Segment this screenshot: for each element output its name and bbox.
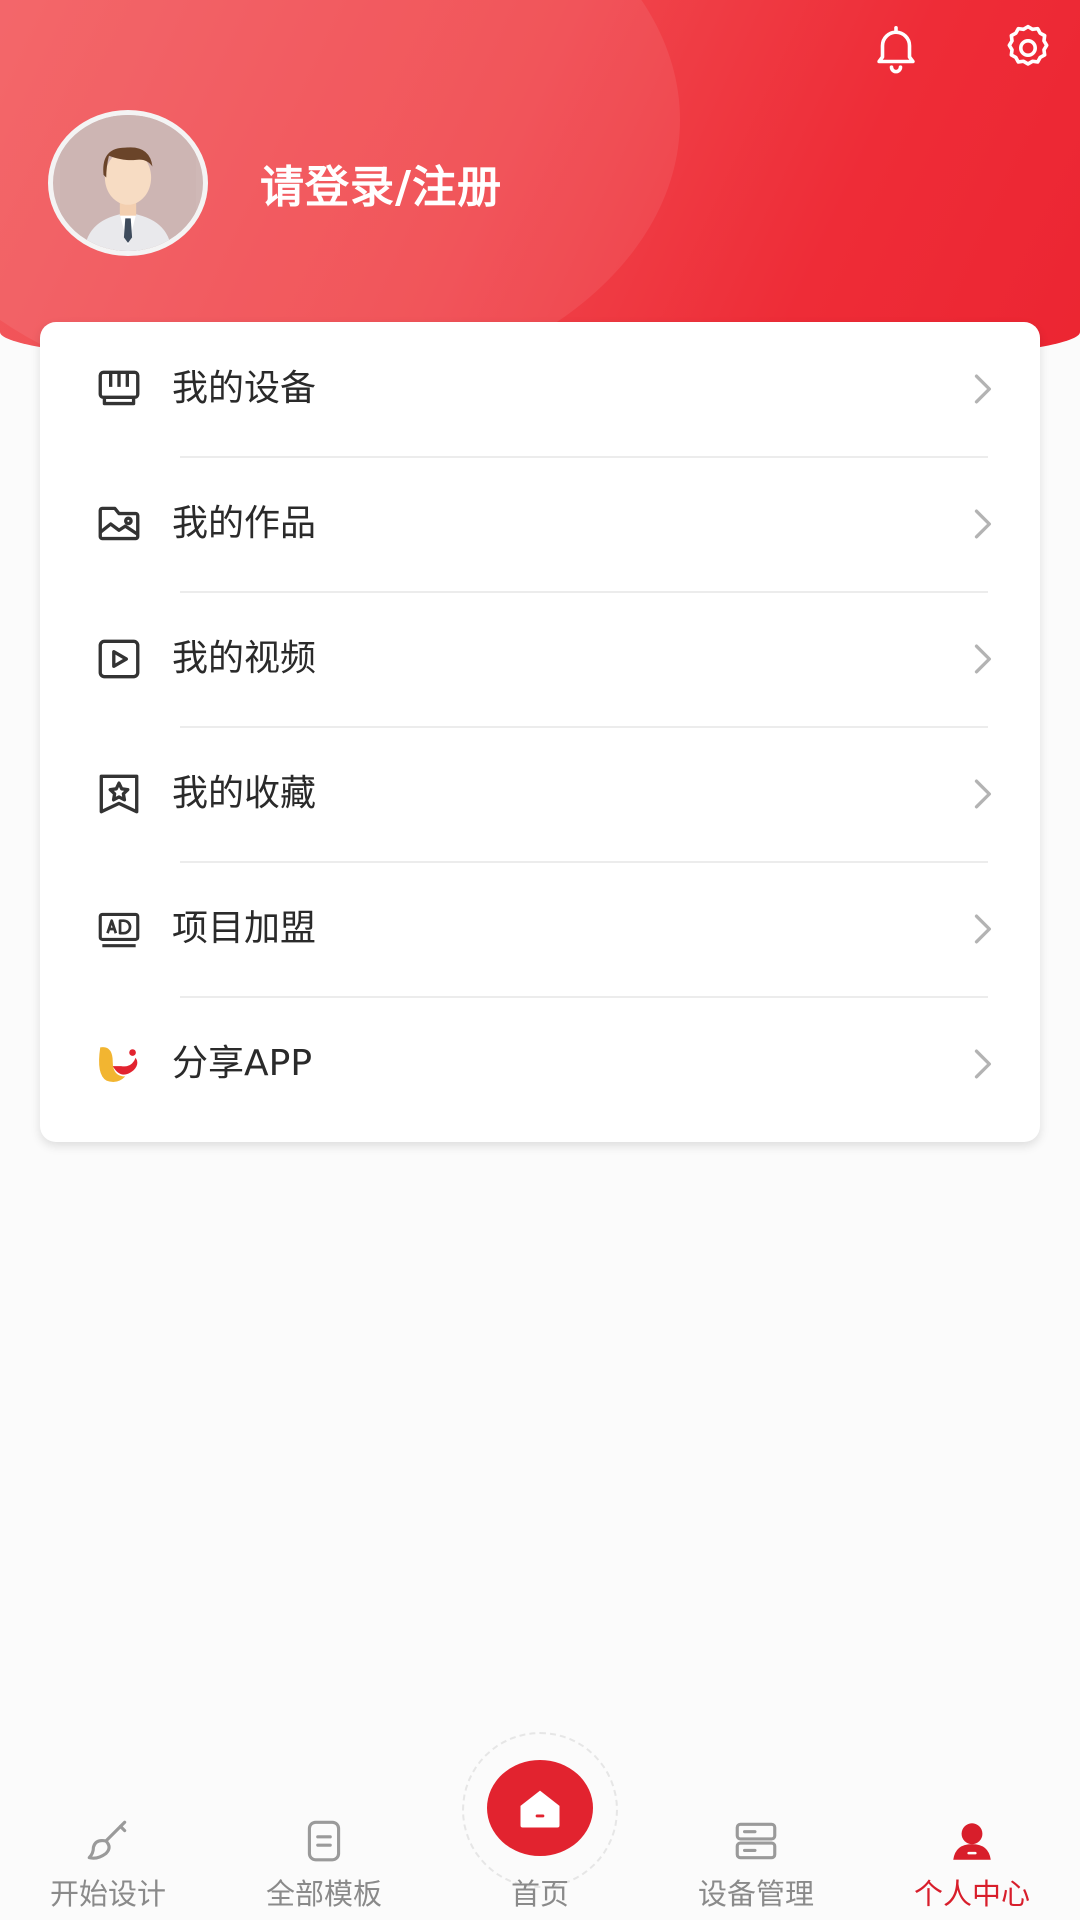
menu-item-label: 我的作品	[172, 503, 317, 544]
menu-item-label: 分享APP	[172, 1043, 313, 1084]
tab-all-templates[interactable]: 全部模板	[216, 1816, 432, 1920]
menu-item-my-favorites[interactable]: 我的收藏	[40, 727, 1040, 861]
avatar[interactable]	[48, 110, 208, 256]
device-icon	[94, 364, 144, 414]
chevron-right-icon	[960, 367, 1004, 411]
menu-card: 我的设备 我的作品 我的视频 我的收藏 项目加盟 分享APP	[40, 322, 1040, 1142]
folder-image-icon	[94, 499, 144, 549]
menu-item-my-videos[interactable]: 我的视频	[40, 592, 1040, 726]
menu-item-label: 我的设备	[172, 368, 317, 409]
app-logo-icon	[94, 1039, 144, 1089]
chevron-right-icon	[960, 772, 1004, 816]
tab-label: 设备管理	[697, 1877, 814, 1911]
template-icon	[299, 1816, 349, 1866]
favorite-star-icon	[94, 769, 144, 819]
notification-bell-icon[interactable]	[866, 18, 926, 78]
play-video-icon	[94, 634, 144, 684]
chevron-right-icon	[960, 1042, 1004, 1086]
menu-item-my-devices[interactable]: 我的设备	[40, 322, 1040, 456]
tab-label: 个人中心	[913, 1877, 1030, 1911]
chevron-right-icon	[960, 907, 1004, 951]
person-icon	[947, 1816, 997, 1866]
tab-personal-center[interactable]: 个人中心	[864, 1816, 1080, 1920]
tab-home-label[interactable]: 首页	[432, 1874, 648, 1914]
tab-start-design[interactable]: 开始设计	[0, 1816, 216, 1920]
home-icon	[520, 1790, 560, 1828]
login-register-link[interactable]: 请登录/注册	[260, 158, 502, 218]
ad-icon	[94, 904, 144, 954]
home-button[interactable]	[487, 1760, 593, 1856]
menu-item-project-franchise[interactable]: 项目加盟	[40, 862, 1040, 996]
menu-item-label: 我的视频	[172, 638, 317, 679]
menu-item-label: 项目加盟	[172, 908, 317, 949]
menu-item-my-works[interactable]: 我的作品	[40, 457, 1040, 591]
settings-gear-icon[interactable]	[998, 18, 1058, 78]
menu-item-share-app[interactable]: 分享APP	[40, 997, 1040, 1131]
tab-device-management[interactable]: 设备管理	[648, 1816, 864, 1920]
chevron-right-icon	[960, 637, 1004, 681]
tab-label: 开始设计	[49, 1877, 166, 1911]
menu-item-label: 我的收藏	[172, 773, 317, 814]
tab-label: 全部模板	[265, 1877, 382, 1911]
server-icon	[731, 1816, 781, 1866]
paint-brush-icon	[83, 1816, 133, 1866]
chevron-right-icon	[960, 502, 1004, 546]
